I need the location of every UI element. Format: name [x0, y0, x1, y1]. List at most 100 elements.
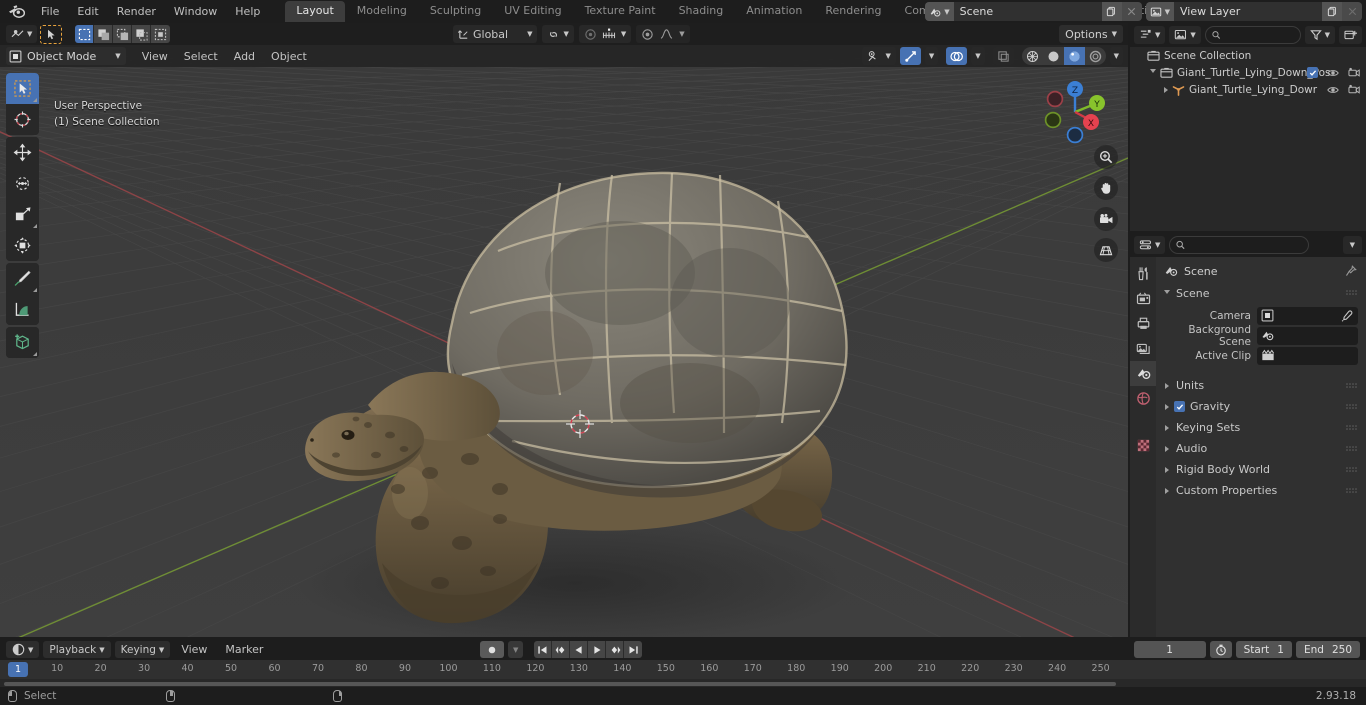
render-camera-icon[interactable] [1348, 67, 1360, 78]
play-reverse-button[interactable] [570, 641, 589, 658]
toggle-perspective-icon[interactable] [1094, 238, 1118, 262]
tool-annotate-icon[interactable] [6, 263, 39, 294]
start-frame-field[interactable]: Start 1 [1235, 641, 1292, 658]
new-view-layer-button[interactable] [1322, 2, 1342, 21]
overlays-toggle[interactable] [946, 47, 968, 65]
rendered-shading-icon[interactable] [1085, 47, 1106, 65]
workspace-tab-modeling[interactable]: Modeling [346, 1, 418, 22]
auto-keying-dropdown[interactable]: ▼ [508, 641, 524, 658]
timeline-ruler[interactable]: 10 20 30 40 50 60 70 80 90 100 110 120 130 140 150 160 1… [0, 660, 1366, 679]
current-frame-field[interactable]: 1 [1133, 641, 1206, 658]
scene-selector[interactable]: ▼ Scene [925, 2, 1142, 21]
chevron-right-icon[interactable] [1164, 86, 1168, 93]
workspace-tab-shading[interactable]: Shading [668, 1, 735, 22]
property-value-field[interactable] [1257, 346, 1358, 365]
panel-header-audio[interactable]: Audio [1156, 438, 1366, 459]
viewport-navigation-buttons[interactable] [1094, 145, 1118, 262]
outliner-search-input[interactable] [1224, 29, 1294, 41]
top-menu-edit[interactable]: Edit [68, 2, 107, 21]
viewport-menu-add[interactable]: Add [227, 49, 262, 64]
tool-cursor-icon[interactable] [6, 104, 39, 135]
jump-to-end-button[interactable] [624, 641, 643, 658]
outliner-row-toggles[interactable] [1327, 84, 1360, 95]
viewport-menu-select[interactable]: Select [177, 49, 225, 64]
top-menu-window[interactable]: Window [165, 2, 226, 21]
workspace-tab-uv-editing[interactable]: UV Editing [493, 1, 572, 22]
overlays-dropdown[interactable]: ▼ [971, 47, 985, 65]
tool-tweak-select-box-icon[interactable] [6, 73, 39, 104]
properties-tab-output[interactable] [1130, 311, 1156, 336]
interaction-mode-dropdown[interactable]: Object Mode ▼ [6, 47, 126, 65]
timeline-view-menu[interactable]: View [174, 642, 214, 657]
properties-search-input[interactable] [1189, 239, 1303, 251]
outliner-row[interactable]: Giant_Turtle_Lying_Dowr [1130, 81, 1366, 98]
properties-editor-type-icon[interactable]: ▼ [1134, 236, 1166, 254]
jump-to-next-keyframe-button[interactable] [606, 641, 625, 658]
3d-viewport[interactable]: ▼ Global ▼ ▼ ▼ ▼ Options ▼ Object Mode ▼… [0, 23, 1128, 637]
active-tool-indicator[interactable] [40, 24, 63, 44]
tool-scale-icon[interactable] [6, 199, 39, 230]
gizmo-dropdown[interactable]: ▼ [924, 47, 939, 65]
top-menu-file[interactable]: File [32, 2, 68, 21]
transform-orientation-dropdown[interactable]: Global ▼ [453, 25, 538, 43]
top-menu-help[interactable]: Help [226, 2, 269, 21]
outliner-display-mode-icon[interactable]: ▼ [1169, 26, 1201, 44]
material-preview-shading-icon[interactable] [1063, 47, 1085, 65]
wireframe-shading-icon[interactable] [1022, 47, 1043, 65]
timeline-editor-type-icon[interactable]: ▼ [6, 641, 40, 658]
jump-to-prev-keyframe-button[interactable] [552, 641, 571, 658]
properties-search-box[interactable] [1169, 236, 1310, 254]
select-mode-group[interactable] [75, 25, 171, 43]
jump-to-start-button[interactable] [534, 641, 553, 658]
solid-shading-icon[interactable] [1043, 47, 1064, 65]
properties-tab-scene[interactable] [1130, 361, 1156, 386]
panel-header-custom-properties[interactable]: Custom Properties [1156, 480, 1366, 501]
shading-mode-group[interactable] [1021, 47, 1106, 65]
tool-add-cube-icon[interactable] [6, 327, 39, 358]
viewport-options-dropdown[interactable]: Options ▼ [1059, 25, 1123, 43]
navigation-gizmo[interactable]: Z Y X [1038, 75, 1112, 149]
workspace-tab-texture-paint[interactable]: Texture Paint [574, 1, 667, 22]
viewport-toolbar[interactable] [6, 73, 39, 358]
visibility-eye-icon[interactable] [1327, 85, 1339, 95]
outliner-row[interactable]: Scene Collection [1130, 47, 1366, 64]
editor-type-icon[interactable]: ▼ [6, 25, 38, 43]
workspace-tab-sculpting[interactable]: Sculpting [419, 1, 492, 22]
visibility-dropdown[interactable]: ▼ [862, 47, 896, 65]
select-set-icon[interactable] [94, 25, 114, 43]
timeline-marker-menu[interactable]: Marker [218, 642, 270, 657]
use-preview-range-icon[interactable] [1209, 641, 1232, 658]
outliner-new-collection-icon[interactable] [1339, 26, 1362, 44]
select-extend-icon[interactable] [113, 25, 133, 43]
properties-editor[interactable]: ▼ ▼ Scene Scene Camera Background Scene … [1130, 233, 1366, 637]
properties-tab-render[interactable] [1130, 286, 1156, 311]
outliner-search-box[interactable] [1204, 26, 1301, 44]
property-value-field[interactable] [1257, 326, 1358, 345]
chevron-down-icon[interactable] [1150, 69, 1156, 76]
panel-header-gravity[interactable]: Gravity [1156, 396, 1366, 417]
select-difference-icon[interactable] [151, 25, 171, 43]
proportional-editing-group[interactable]: ▼ [578, 25, 632, 43]
zoom-icon[interactable] [1094, 145, 1118, 169]
remove-view-layer-button[interactable] [1342, 2, 1362, 21]
tool-move-icon[interactable] [6, 137, 39, 168]
tool-rotate-icon[interactable] [6, 168, 39, 199]
outliner-filter-icon[interactable]: ▼ [1304, 26, 1335, 44]
panel-header-units[interactable]: Units [1156, 375, 1366, 396]
scene-icon[interactable]: ▼ [925, 2, 954, 21]
new-scene-button[interactable] [1101, 2, 1122, 21]
pan-hand-icon[interactable] [1094, 176, 1118, 200]
properties-accordion-list[interactable]: Units Gravity Keying Sets Audio Rigid Body W… [1156, 375, 1366, 501]
view-layer-name-field[interactable]: View Layer [1174, 2, 1322, 21]
pin-icon[interactable] [1345, 265, 1357, 277]
properties-tab-view-layer[interactable] [1130, 336, 1156, 361]
view-layer-icon[interactable]: ▼ [1145, 2, 1174, 21]
eyedropper-icon[interactable] [1341, 309, 1353, 322]
xray-toggle[interactable] [992, 47, 1014, 65]
viewport-menu-object[interactable]: Object [264, 49, 314, 64]
render-camera-icon[interactable] [1348, 84, 1360, 95]
properties-tab-texture[interactable] [1130, 433, 1156, 458]
viewport-menu-view[interactable]: View [135, 49, 175, 64]
outliner-editor-type-icon[interactable]: ▼ [1134, 26, 1166, 44]
select-subtract-icon[interactable] [132, 25, 152, 43]
